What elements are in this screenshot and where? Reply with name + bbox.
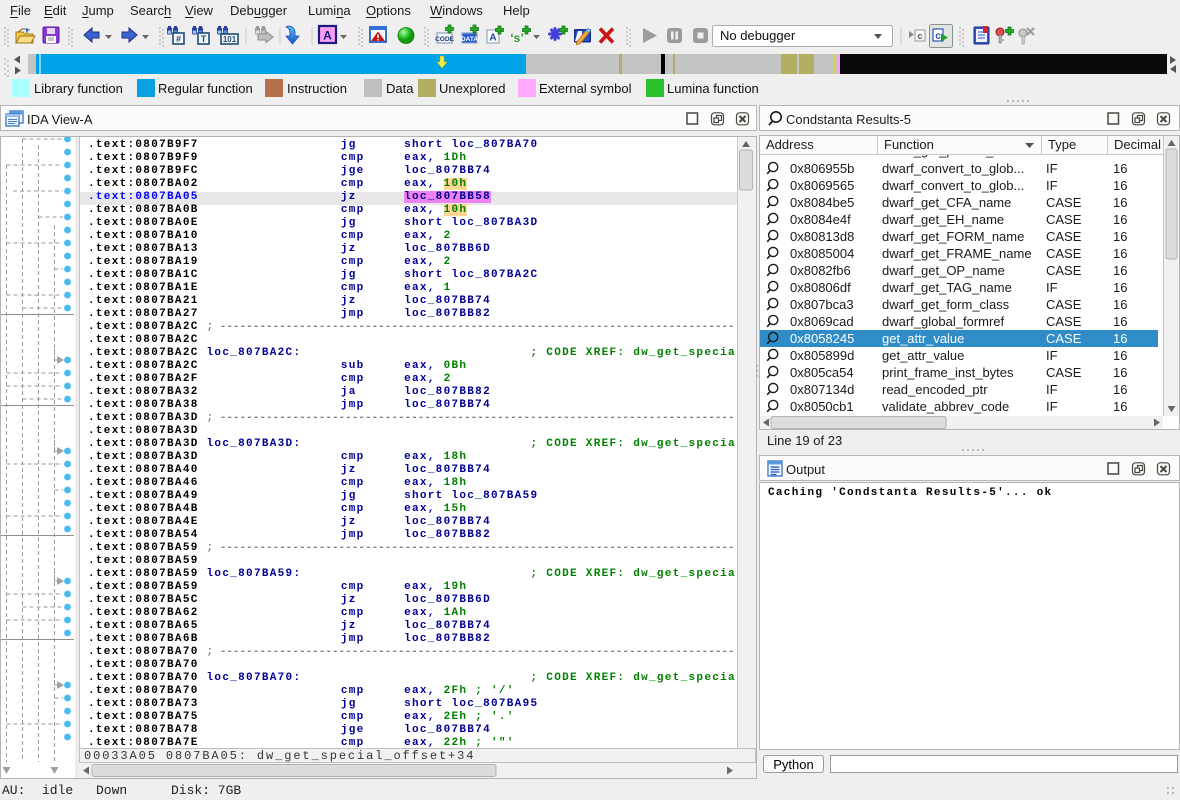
svg-text:101: 101 [223, 35, 237, 44]
svg-text:No debugger: No debugger [720, 28, 796, 43]
svg-text:CODE: CODE [435, 36, 454, 43]
svg-text:A: A [489, 33, 496, 44]
svg-text:‘s’: ‘s’ [510, 31, 523, 45]
svg-text:#: # [176, 34, 181, 44]
svg-text:A: A [323, 29, 332, 43]
svg-text:c: c [935, 31, 941, 42]
svg-text:c: c [917, 31, 922, 41]
svg-text:T: T [201, 34, 207, 44]
svg-text:DATA: DATA [461, 36, 478, 43]
